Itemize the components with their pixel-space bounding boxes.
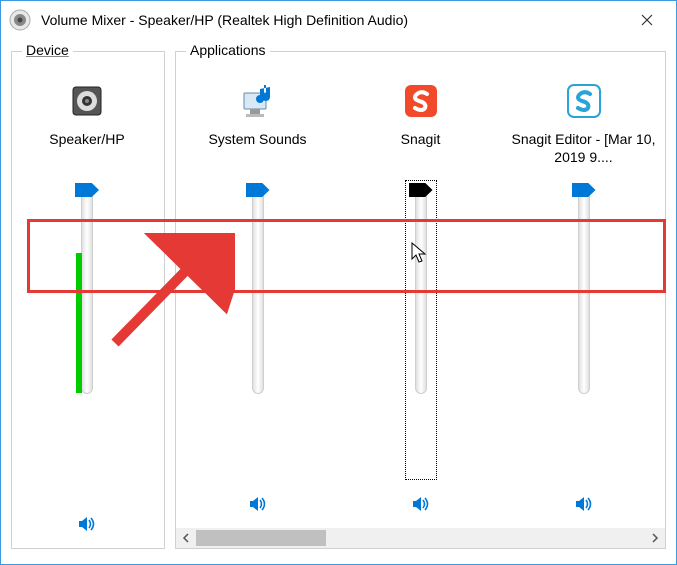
- scroll-right-button[interactable]: [645, 528, 665, 548]
- device-group-label: Device: [22, 42, 73, 58]
- scroll-left-button[interactable]: [176, 528, 196, 548]
- speaker-on-icon: [76, 513, 98, 535]
- speaker-on-icon: [247, 493, 269, 515]
- slider-thumb[interactable]: [246, 183, 270, 197]
- slider-thumb[interactable]: [75, 183, 99, 197]
- app-column-snagit-editor: Snagit Editor - [Mar 10, 2019 9....: [502, 72, 665, 528]
- app-label: Snagit Editor - [Mar 10, 2019 9....: [502, 130, 665, 166]
- app-mute-button[interactable]: [247, 484, 269, 524]
- scrollbar-track[interactable]: [196, 528, 645, 548]
- titlebar: Volume Mixer - Speaker/HP (Realtek High …: [1, 1, 676, 39]
- app-mute-button[interactable]: [410, 484, 432, 524]
- horizontal-scrollbar[interactable]: [176, 528, 665, 548]
- speaker-on-icon: [410, 493, 432, 515]
- speaker-on-icon: [573, 493, 595, 515]
- app-column-system-sounds: System Sounds: [176, 72, 339, 528]
- slider-thumb[interactable]: [572, 183, 596, 197]
- app-volume-slider[interactable]: [252, 172, 264, 484]
- app-mute-button[interactable]: [573, 484, 595, 524]
- system-sounds-icon[interactable]: [236, 72, 280, 130]
- volume-mixer-window: Volume Mixer - Speaker/HP (Realtek High …: [0, 0, 677, 565]
- snagit-icon[interactable]: [401, 72, 441, 130]
- app-volume-slider[interactable]: [415, 172, 427, 484]
- content-area: Device Speaker/HP: [11, 51, 666, 549]
- app-label: Snagit: [395, 130, 447, 166]
- app-label: System Sounds: [202, 130, 312, 166]
- speaker-app-icon: [9, 9, 31, 31]
- app-column-snagit: Snagit: [339, 72, 502, 528]
- device-mute-button[interactable]: [76, 504, 98, 544]
- device-volume-slider[interactable]: [81, 172, 93, 504]
- device-label: Speaker/HP: [43, 130, 130, 166]
- speaker-device-icon[interactable]: [67, 72, 107, 130]
- applications-group-label: Applications: [186, 42, 270, 58]
- device-group: Device Speaker/HP: [11, 51, 165, 549]
- device-column: Speaker/HP: [12, 72, 162, 548]
- window-title: Volume Mixer - Speaker/HP (Realtek High …: [41, 12, 624, 28]
- snagit-editor-icon[interactable]: [564, 72, 604, 130]
- close-button[interactable]: [624, 4, 670, 36]
- scrollbar-thumb[interactable]: [196, 530, 326, 546]
- applications-group: Applications System Sounds: [175, 51, 666, 549]
- app-volume-slider[interactable]: [578, 172, 590, 484]
